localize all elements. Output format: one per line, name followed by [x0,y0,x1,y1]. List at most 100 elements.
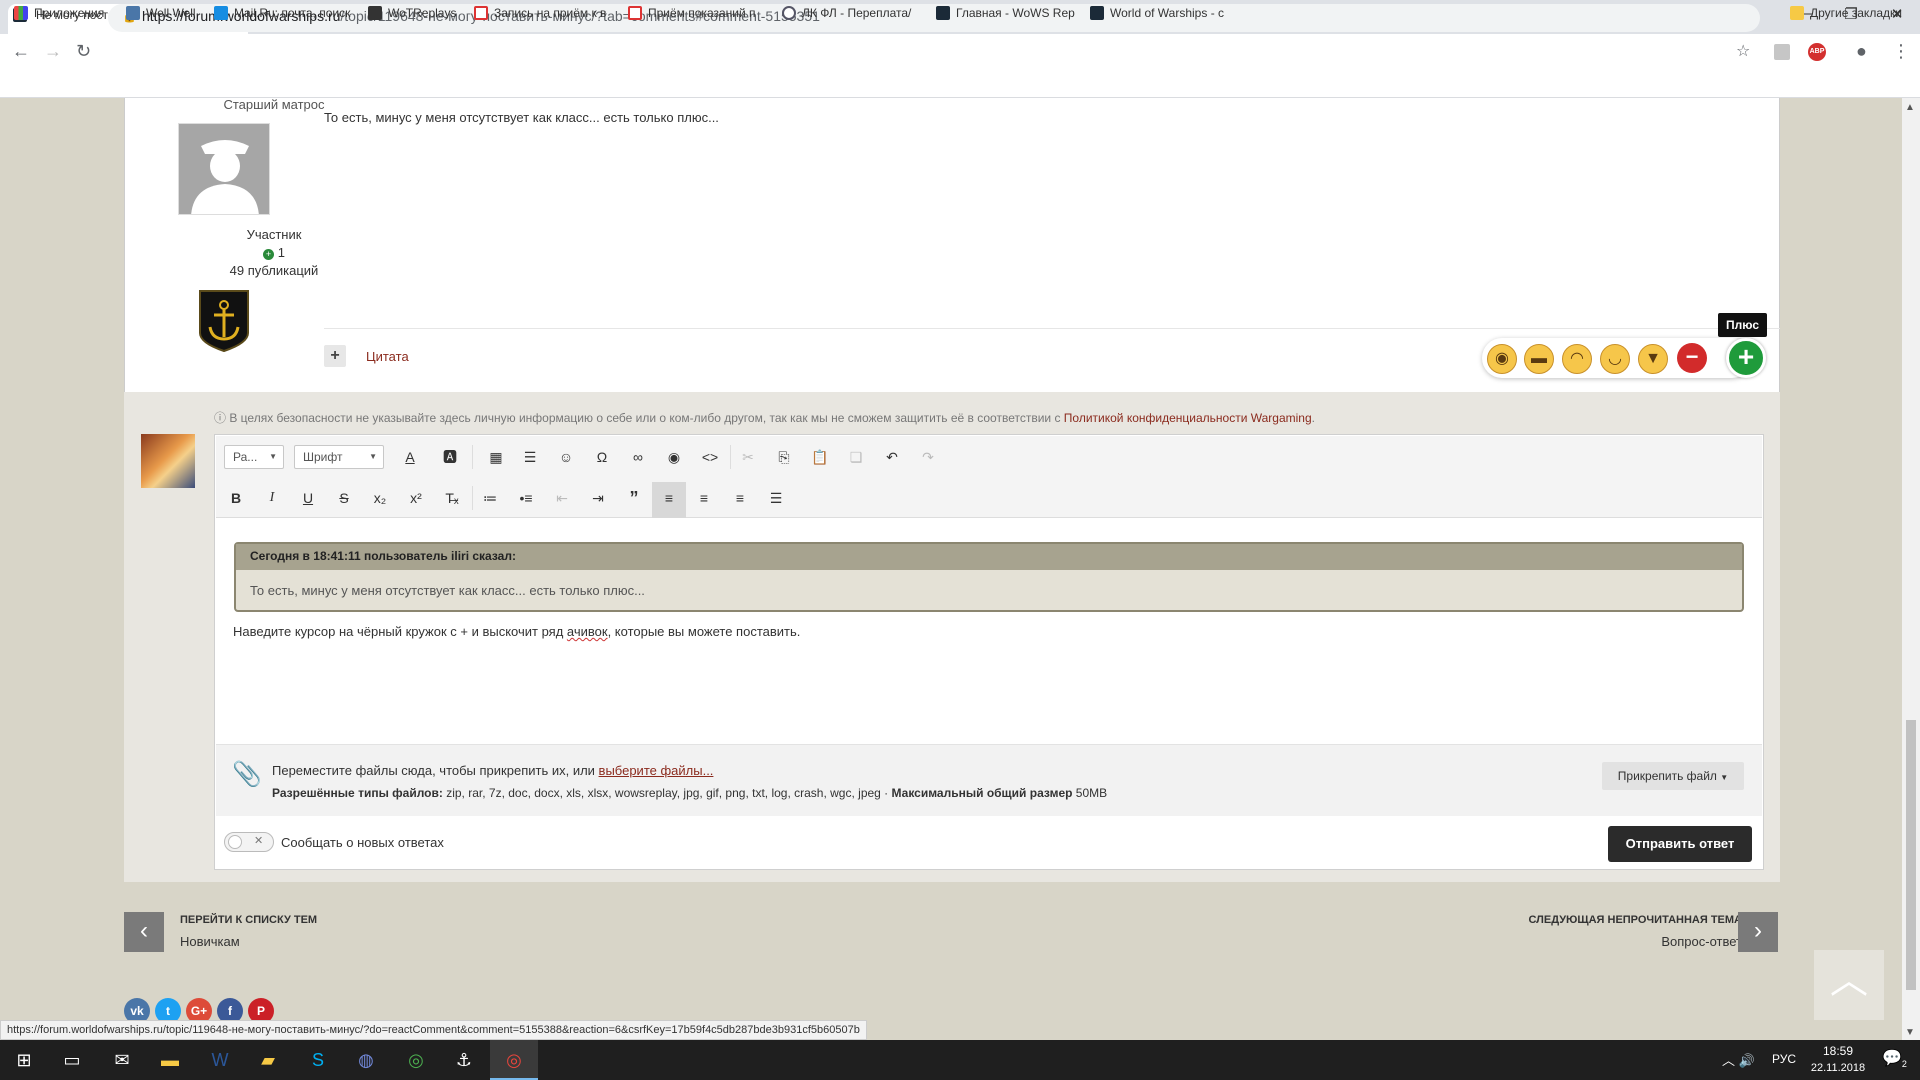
warships-app-icon[interactable]: ⚓ [440,1040,488,1080]
prev-arrow-button[interactable]: ‹ [124,912,164,952]
align-right-icon[interactable]: ≡ [726,486,754,510]
keyboard-language[interactable]: РУС [1772,1052,1796,1066]
bookmark-6[interactable]: ЛК ФЛ - Переплата/ [782,6,911,20]
superscript-icon[interactable]: x² [402,486,430,510]
submit-reply-button[interactable]: Отправить ответ [1608,826,1752,862]
font-dropdown[interactable]: Шрифт ▼ [294,445,384,469]
reaction-plus-button[interactable]: + [1726,338,1766,378]
justify-icon[interactable]: ☰ [762,486,790,510]
copy-icon[interactable]: ❏ [842,445,870,469]
author-avatar[interactable] [178,123,270,215]
reaction-minus-button[interactable]: − [1677,343,1707,373]
bookmark-1[interactable]: Well Well [126,6,196,20]
paste-icon[interactable]: 📋 [806,445,834,469]
blockquote-icon[interactable]: ” [620,486,648,510]
reaction-sailor-cool-icon[interactable]: ▬ [1524,344,1554,374]
paste-text-icon[interactable]: ⎘ [770,445,798,469]
privacy-notice: ⓘ В целях безопасности не указывайте зде… [214,411,1315,425]
prev-subtitle[interactable]: Новичкам [180,934,240,949]
prev-title[interactable]: ПЕРЕЙТИ К СПИСКУ ТЕМ [180,914,317,926]
quote-link[interactable]: Цитата [366,349,409,364]
chrome-icon[interactable]: ◎ [392,1040,440,1080]
subscript-icon[interactable]: x₂ [366,486,394,510]
chrome-active-icon[interactable]: ◎ [490,1040,538,1080]
author-role: Участник [246,227,302,242]
format-dropdown[interactable]: Ра... ▼ [224,445,284,469]
redo-icon[interactable]: ↷ [914,445,942,469]
notification-center-icon[interactable]: 💬2 [1882,1048,1907,1069]
choose-files-link[interactable]: выберите файлы... [599,763,714,778]
back-icon[interactable]: ← [12,41,30,62]
reaction-sailor-wink-icon[interactable]: ◠ [1562,344,1592,374]
attach-file-button[interactable]: Прикрепить файл ▼ [1602,762,1744,790]
table-icon[interactable]: ▦ [482,445,510,469]
bookmark-apps[interactable]: Приложения [14,6,104,20]
other-bookmarks[interactable]: Другие закладки [1790,6,1902,20]
task-view-icon[interactable]: ▭ [48,1040,96,1080]
emoticon-icon[interactable]: ☺ [552,445,580,469]
menu-dots-icon[interactable]: ⋮ [1892,41,1910,62]
reload-icon[interactable]: ↻ [76,41,91,62]
status-bar-url: https://forum.worldofwarships.ru/topic/1… [0,1020,867,1040]
file-explorer-icon[interactable]: ▬ [146,1040,194,1080]
link-icon[interactable]: ∞ [624,445,652,469]
scroll-to-top-button[interactable]: ︿ [1814,950,1884,1020]
bold-icon[interactable]: B [222,486,250,510]
code-icon[interactable]: <> [696,445,724,469]
scrollbar-thumb[interactable] [1906,720,1916,990]
reply-editor-text[interactable]: Наведите курсор на чёрный кружок с + и в… [233,624,800,639]
reaction-sailor-angry-icon[interactable]: ▼ [1638,344,1668,374]
my-avatar[interactable] [141,434,195,488]
windows-start-icon[interactable]: ⊞ [0,1040,48,1080]
cut-icon[interactable]: ✂ [734,445,762,469]
reaction-sailor-sad-icon[interactable]: ◡ [1600,344,1630,374]
bulleted-list-icon[interactable]: •≡ [512,486,540,510]
horizontal-rule-icon[interactable]: ☰ [516,445,544,469]
bookmark-4[interactable]: Запись на приём к в [474,6,606,20]
clock-time[interactable]: 18:59 [1808,1044,1868,1058]
bookmark-star-icon[interactable]: ☆ [1736,41,1750,61]
adblock-icon[interactable]: ABP [1808,43,1826,61]
forward-icon[interactable]: → [44,41,62,62]
next-arrow-button[interactable]: › [1738,912,1778,952]
attachment-area[interactable] [216,744,1762,816]
skype-icon[interactable]: S [294,1040,342,1080]
bookmark-2[interactable]: Mail.Ru: почта, поиск [214,6,350,20]
volume-icon[interactable]: 🔊 [1739,1053,1755,1068]
strikethrough-icon[interactable]: S [330,486,358,510]
indent-icon[interactable]: ⇥ [584,486,612,510]
bg-color-icon[interactable]: 🅰 [436,445,464,469]
bookmark-8[interactable]: World of Warships - с [1090,6,1224,20]
spoiler-eye-icon[interactable]: ◉ [660,445,688,469]
outdent-icon[interactable]: ⇤ [548,486,576,510]
mail-icon[interactable]: ✉ [98,1040,146,1080]
underline-icon[interactable]: U [294,486,322,510]
profile-icon[interactable]: ● [1856,41,1867,62]
reaction-sailor-glasses-icon[interactable]: ◉ [1487,344,1517,374]
next-title[interactable]: СЛЕДУЮЩАЯ НЕПРОЧИТАННАЯ ТЕМА [1480,914,1743,926]
multiquote-button[interactable]: + [324,345,346,367]
numbered-list-icon[interactable]: ≔ [476,486,504,510]
folder-icon[interactable]: ▰ [244,1040,292,1080]
clock-date[interactable]: 22.11.2018 [1808,1062,1868,1074]
tray-icons[interactable]: ︿ 🔊 [1722,1050,1755,1069]
align-center-icon[interactable]: ≡ [690,486,718,510]
scroll-down-icon[interactable]: ▼ [1905,1027,1915,1038]
italic-icon[interactable]: I [258,486,286,510]
align-left-icon[interactable]: ≡ [655,486,683,510]
bookmark-7[interactable]: Главная - WoWS Rep [936,6,1075,20]
next-subtitle[interactable]: Вопрос-ответ [1480,934,1742,949]
bookmark-3[interactable]: WoTReplays [368,6,456,20]
remove-format-icon[interactable]: T̶ₓ [438,486,466,510]
discord-icon[interactable]: ◍ [342,1040,390,1080]
text-color-icon[interactable]: A [396,445,424,469]
undo-icon[interactable]: ↶ [878,445,906,469]
chevron-up-icon[interactable]: ︿ [1722,1053,1735,1068]
scroll-up-icon[interactable]: ▲ [1905,102,1915,113]
misspelled-word[interactable]: ачивок [567,624,608,639]
word-icon[interactable]: W [196,1040,244,1080]
bookmark-5[interactable]: Приём показаний п [628,6,756,20]
special-char-icon[interactable]: Ω [588,445,616,469]
extension-icon[interactable] [1774,44,1790,60]
privacy-policy-link[interactable]: Политикой конфиденциальности Wargaming [1064,411,1312,425]
